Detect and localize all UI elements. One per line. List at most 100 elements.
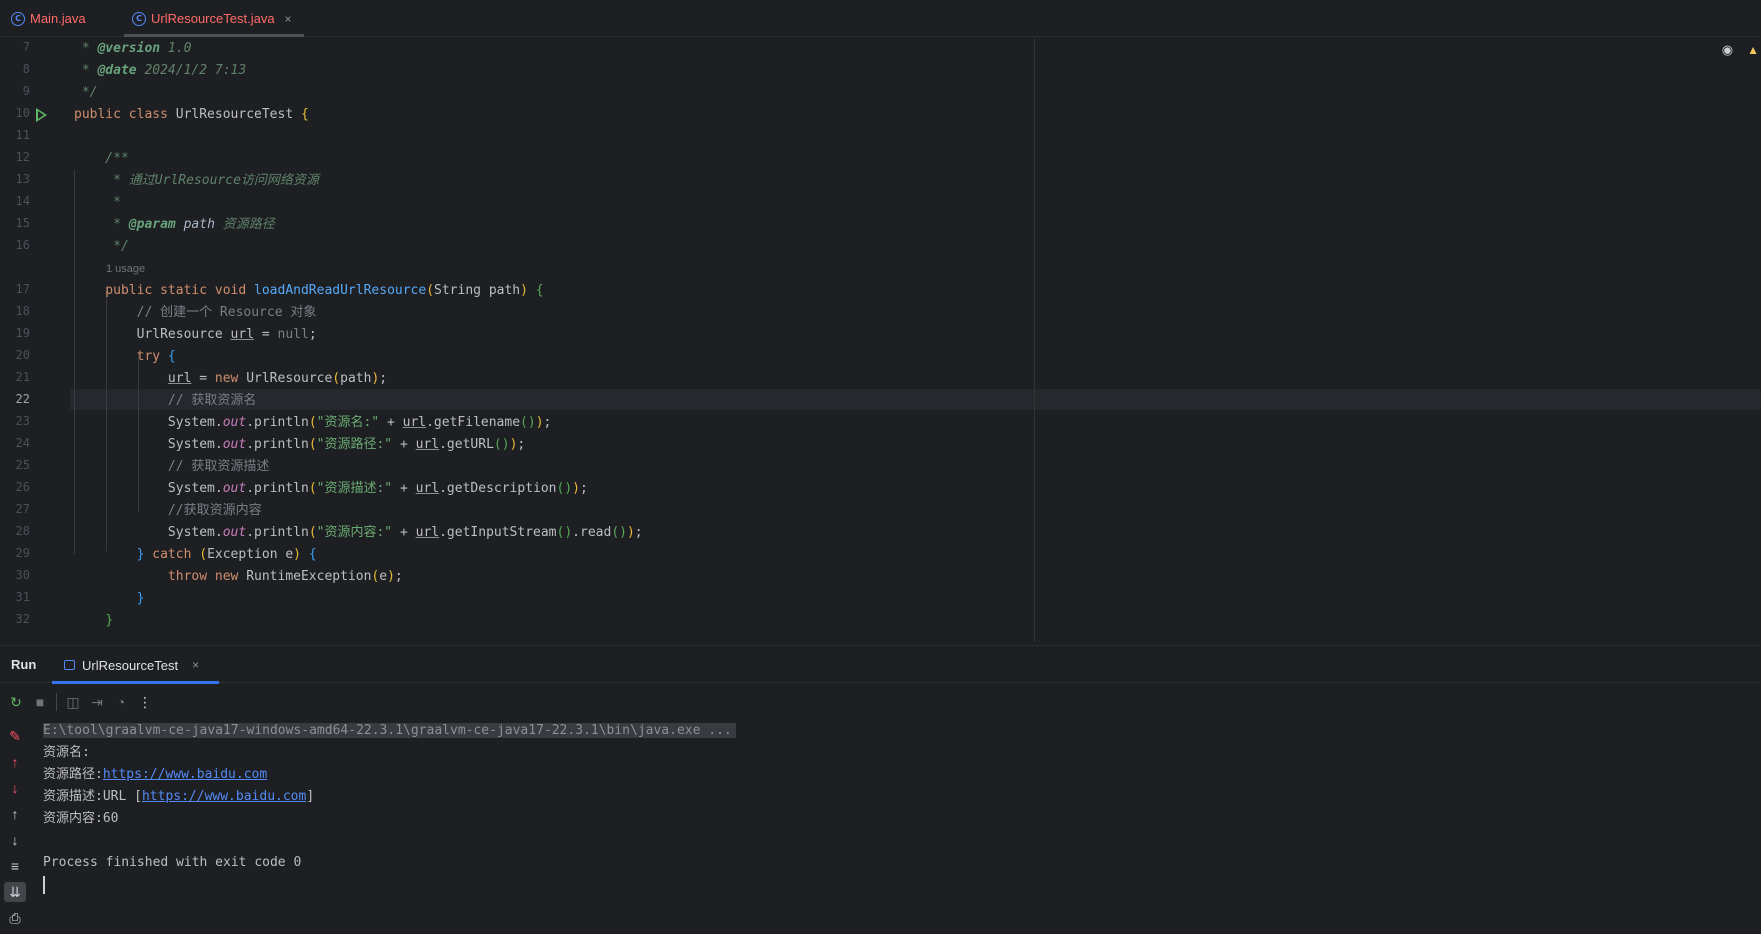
code-line-15: * @param path 资源路径 <box>74 217 275 232</box>
console-line: 资源描述:URL [https://www.baidu.com] <box>43 789 315 804</box>
more-options-icon[interactable]: ⋮ <box>133 690 157 714</box>
line-number: 16 <box>15 238 30 252</box>
line-number: 19 <box>15 326 30 340</box>
console-line: 资源名: <box>43 745 90 760</box>
line-number: 12 <box>15 150 30 164</box>
export-icon[interactable]: ⇥ <box>85 690 109 714</box>
code-line-17: public static void loadAndReadUrlResourc… <box>74 283 544 298</box>
clear-console-icon[interactable]: ✎ <box>4 726 26 746</box>
code-line-12: /** <box>74 151 129 166</box>
close-run-tab-icon[interactable]: × <box>192 658 199 672</box>
warning-icon[interactable]: ▲ <box>1747 43 1759 57</box>
java-class-icon: C <box>132 11 146 26</box>
line-number: 22 <box>15 392 30 406</box>
console-link[interactable]: https://www.baidu.com <box>142 789 306 804</box>
code-line-27: //获取资源内容 <box>74 503 262 518</box>
run-tool-window-header: Run UrlResourceTest × <box>0 645 1761 684</box>
line-number: 26 <box>15 480 30 494</box>
code-line-9: */ <box>74 85 98 100</box>
line-number: 14 <box>15 194 30 208</box>
line-number: 24 <box>15 436 30 450</box>
run-config-tab[interactable]: UrlResourceTest × <box>52 646 219 684</box>
line-number: 21 <box>15 370 30 384</box>
run-tool-window-title: Run <box>11 657 37 672</box>
line-number: 25 <box>15 458 30 472</box>
console-output[interactable]: E:\tool\graalvm-ce-java17-windows-amd64-… <box>43 720 1743 934</box>
line-number: 11 <box>15 128 30 142</box>
run-toolbar: ↻ ■ ◫ ⇥ ◔ ⋮ <box>0 684 1761 720</box>
java-class-icon: C <box>11 11 25 26</box>
current-line-highlight <box>70 389 1761 410</box>
code-line-16: */ <box>74 239 129 254</box>
editor-tab-bar: C Main.java C UrlResourceTest.java × <box>0 0 1761 37</box>
console-line: 资源路径:https://www.baidu.com <box>43 767 268 782</box>
console-line: 资源内容:60 <box>43 811 119 826</box>
run-gutter-icon[interactable] <box>36 108 47 122</box>
line-number: 30 <box>15 568 30 582</box>
screenshot-icon[interactable]: ◫ <box>61 690 85 714</box>
scroll-to-end-icon[interactable]: ⇊ <box>4 882 26 902</box>
code-line-26: System.out.println("资源描述:" + url.getDesc… <box>74 481 588 496</box>
console-side-toolbar: ✎ ↑ ↓ ↑ ↓ ≡ ⇊ ⎙ <box>0 720 30 934</box>
code-line-10: public class UrlResourceTest { <box>74 107 309 122</box>
line-number: 27 <box>15 502 30 516</box>
line-number: 8 <box>22 62 30 76</box>
line-number: 18 <box>15 304 30 318</box>
code-line-18: // 创建一个 Resource 对象 <box>74 305 317 320</box>
line-number: 32 <box>15 612 30 626</box>
code-line-7: * @version 1.0 <box>74 41 192 56</box>
code-line-32: } <box>105 613 114 628</box>
line-number: 29 <box>15 546 30 560</box>
line-number: 28 <box>15 524 30 538</box>
run-config-icon <box>64 660 75 670</box>
previous-occurrence-icon[interactable]: ↑ <box>4 752 26 772</box>
line-number: 13 <box>15 172 30 186</box>
tab-label: UrlResourceTest.java <box>151 11 275 26</box>
code-line-8: * @date 2024/1/2 7:13 <box>74 63 247 78</box>
line-number: 23 <box>15 414 30 428</box>
code-line-25: // 获取资源描述 <box>74 459 270 474</box>
code-line-14: * <box>74 195 121 210</box>
code-line-29: } catch (Exception e) { <box>136 547 317 562</box>
line-number: 7 <box>22 40 30 54</box>
stop-icon[interactable]: ■ <box>28 690 52 714</box>
code-line-23: System.out.println("资源名:" + url.getFilen… <box>74 415 552 430</box>
line-number: 9 <box>22 84 30 98</box>
line-number: 10 <box>15 106 30 120</box>
line-number: 17 <box>15 282 30 296</box>
code-line-31: } <box>136 591 145 606</box>
tab-main-java[interactable]: C Main.java <box>11 0 86 37</box>
profiler-icon[interactable]: ◔ <box>109 690 133 714</box>
line-number: 15 <box>15 216 30 230</box>
reader-mode-icon[interactable]: ◉ <box>1722 42 1733 58</box>
code-line-21: url = new UrlResource(path); <box>167 371 388 386</box>
console-command-line: E:\tool\graalvm-ce-java17-windows-amd64-… <box>43 720 736 742</box>
text-caret <box>43 876 45 894</box>
usages-inlay-hint[interactable]: 1 usage <box>106 263 145 275</box>
scroll-down-icon[interactable]: ↓ <box>4 830 26 850</box>
scroll-up-icon[interactable]: ↑ <box>4 804 26 824</box>
line-number: 31 <box>15 590 30 604</box>
code-line-20: try { <box>74 349 176 364</box>
process-finished-message: Process finished with exit code 0 <box>43 855 302 870</box>
next-occurrence-icon[interactable]: ↓ <box>4 778 26 798</box>
toolbar-separator <box>56 693 57 711</box>
soft-wrap-icon[interactable]: ≡ <box>4 856 26 876</box>
editor-inspection-widget: ◉ ▲ <box>1722 42 1761 58</box>
right-margin-guide <box>1034 38 1035 642</box>
close-tab-icon[interactable]: × <box>285 12 292 26</box>
tab-urlresourcetest-java[interactable]: C UrlResourceTest.java × <box>124 0 304 37</box>
tab-label: Main.java <box>30 11 86 26</box>
line-number: 20 <box>15 348 30 362</box>
console-link[interactable]: https://www.baidu.com <box>103 767 267 782</box>
code-line-30: throw new RuntimeException(e); <box>74 569 403 584</box>
code-line-19: UrlResource url = null; <box>74 327 317 342</box>
code-line-24: System.out.println("资源路径:" + url.getURL(… <box>74 437 526 452</box>
code-line-28: System.out.println("资源内容:" + url.getInpu… <box>74 525 643 540</box>
run-tab-label: UrlResourceTest <box>82 657 179 673</box>
rerun-icon[interactable]: ↻ <box>4 690 28 714</box>
code-line-22: // 获取资源名 <box>74 393 257 408</box>
print-icon[interactable]: ⎙ <box>4 908 26 928</box>
code-line-13: * 通过UrlResource访问网络资源 <box>74 173 319 188</box>
code-editor[interactable]: ◉ ▲ 7 8 9 10 11 12 13 14 15 16 17 18 19 … <box>0 38 1761 642</box>
